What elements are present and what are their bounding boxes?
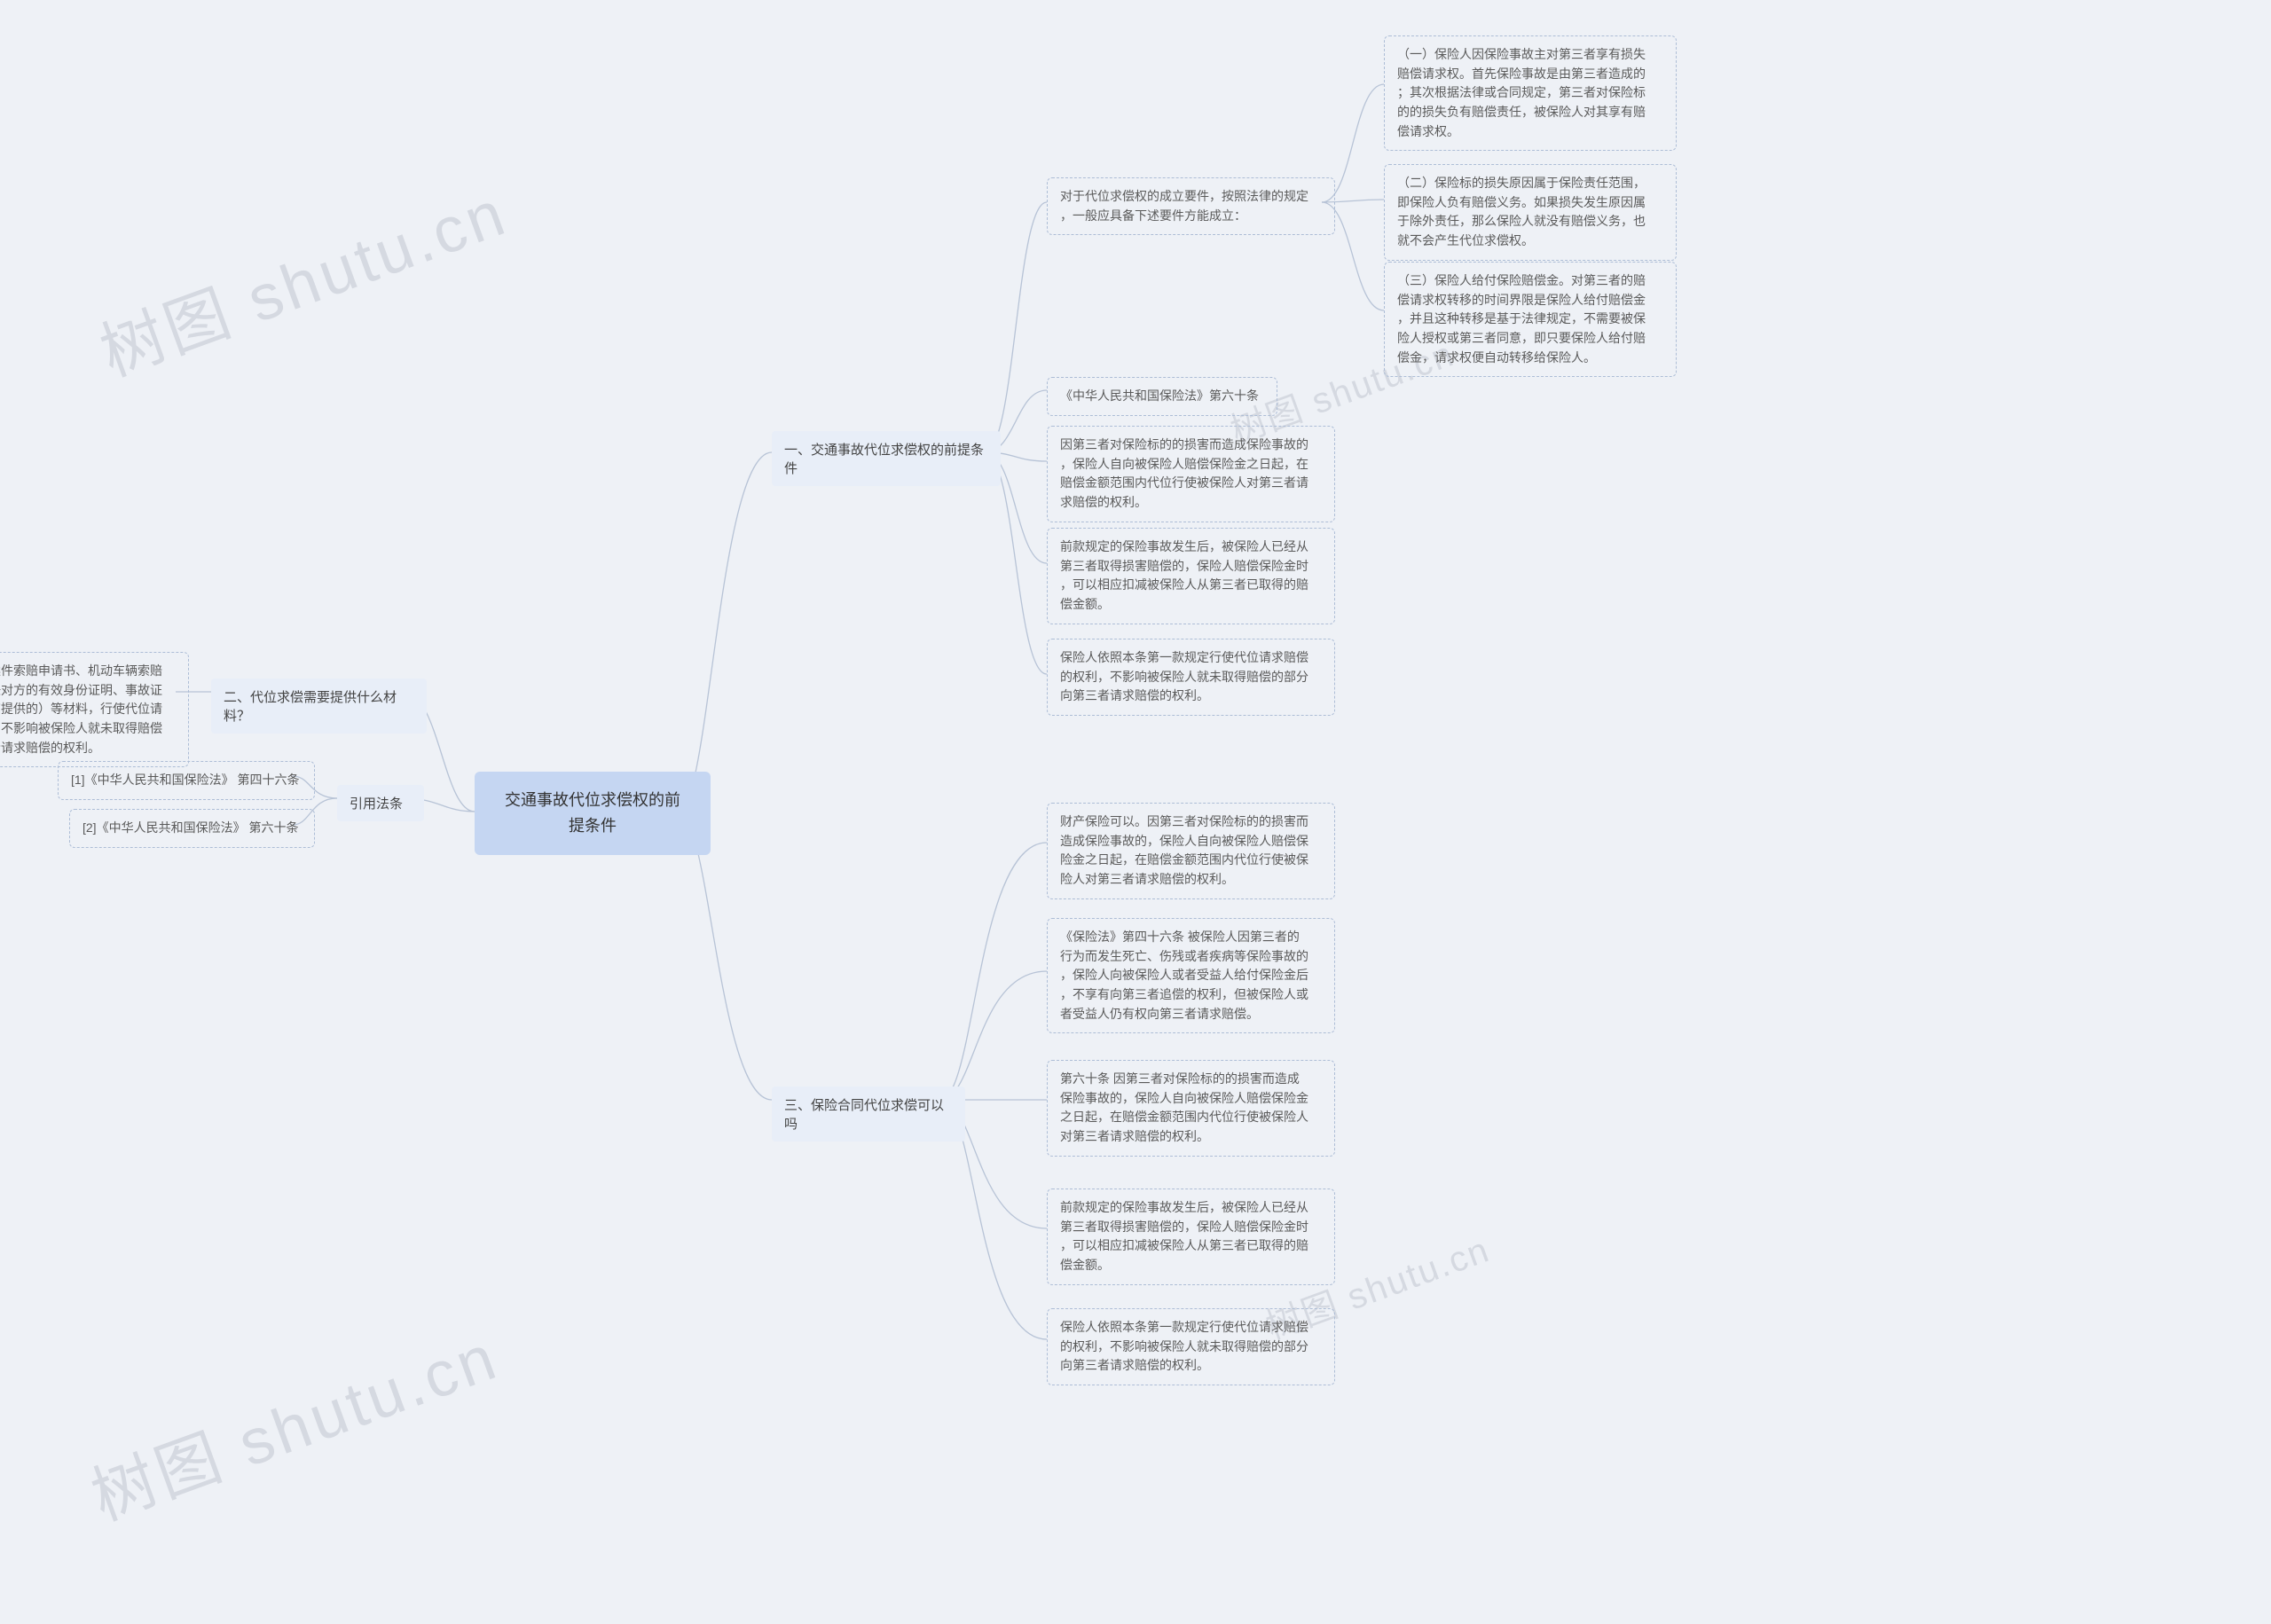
watermark: 树图 shutu.cn: [86, 161, 518, 394]
node-req-2[interactable]: （二）保险标的损失原因属于保险责任范围，即保险人负有赔偿义务。如果损失发生原因属…: [1384, 164, 1677, 261]
node-b3-p2[interactable]: 《保险法》第四十六条 被保险人因第三者的行为而发生死亡、伤残或者疾病等保险事故的…: [1047, 918, 1335, 1033]
node-b2-materials[interactable]: 代位求偿提供案件索赔申请书、机动车辆索赔权转让书、责任对方的有效身份证明、事故证…: [0, 652, 189, 767]
node-b1-p2[interactable]: 前款规定的保险事故发生后，被保险人已经从第三者取得损害赔偿的，保险人赔偿保险金时…: [1047, 528, 1335, 624]
node-req-1[interactable]: （一）保险人因保险事故主对第三者享有损失赔偿请求权。首先保险事故是由第三者造成的…: [1384, 35, 1677, 151]
node-b3-p1[interactable]: 财产保险可以。因第三者对保险标的的损害而造成保险事故的，保险人自向被保险人赔偿保…: [1047, 803, 1335, 899]
branch-section-1[interactable]: 一、交通事故代位求偿权的前提条件: [772, 431, 1001, 486]
node-b3-p3[interactable]: 第六十条 因第三者对保险标的的损害而造成保险事故的，保险人自向被保险人赔偿保险金…: [1047, 1060, 1335, 1157]
branch-references[interactable]: 引用法条: [337, 785, 424, 821]
node-ref-2[interactable]: [2]《中华人民共和国保险法》 第六十条: [69, 809, 315, 848]
node-b3-p5[interactable]: 保险人依照本条第一款规定行使代位请求赔偿的权利，不影响被保险人就未取得赔偿的部分…: [1047, 1308, 1335, 1385]
root-title-line2: 提条件: [499, 813, 686, 839]
root-node[interactable]: 交通事故代位求偿权的前 提条件: [475, 772, 711, 855]
node-req-3[interactable]: （三）保险人给付保险赔偿金。对第三者的赔偿请求权转移的时间界限是保险人给付赔偿金…: [1384, 262, 1677, 377]
watermark: 树图 shutu.cn: [77, 1305, 509, 1538]
branch-section-3[interactable]: 三、保险合同代位求偿可以吗: [772, 1087, 965, 1142]
node-ref-1[interactable]: [1]《中华人民共和国保险法》 第四十六条: [58, 761, 315, 800]
node-b1-p1[interactable]: 因第三者对保险标的的损害而造成保险事故的，保险人自向被保险人赔偿保险金之日起，在…: [1047, 426, 1335, 522]
node-req-intro[interactable]: 对于代位求偿权的成立要件，按照法律的规定，一般应具备下述要件方能成立：: [1047, 177, 1335, 235]
branch-section-2[interactable]: 二、代位求偿需要提供什么材料？: [211, 679, 427, 734]
root-title-line1: 交通事故代位求偿权的前: [499, 788, 686, 813]
node-b3-p4[interactable]: 前款规定的保险事故发生后，被保险人已经从第三者取得损害赔偿的，保险人赔偿保险金时…: [1047, 1189, 1335, 1285]
node-b1-lawref[interactable]: 《中华人民共和国保险法》第六十条: [1047, 377, 1277, 416]
node-b1-p3[interactable]: 保险人依照本条第一款规定行使代位请求赔偿的权利，不影响被保险人就未取得赔偿的部分…: [1047, 639, 1335, 716]
